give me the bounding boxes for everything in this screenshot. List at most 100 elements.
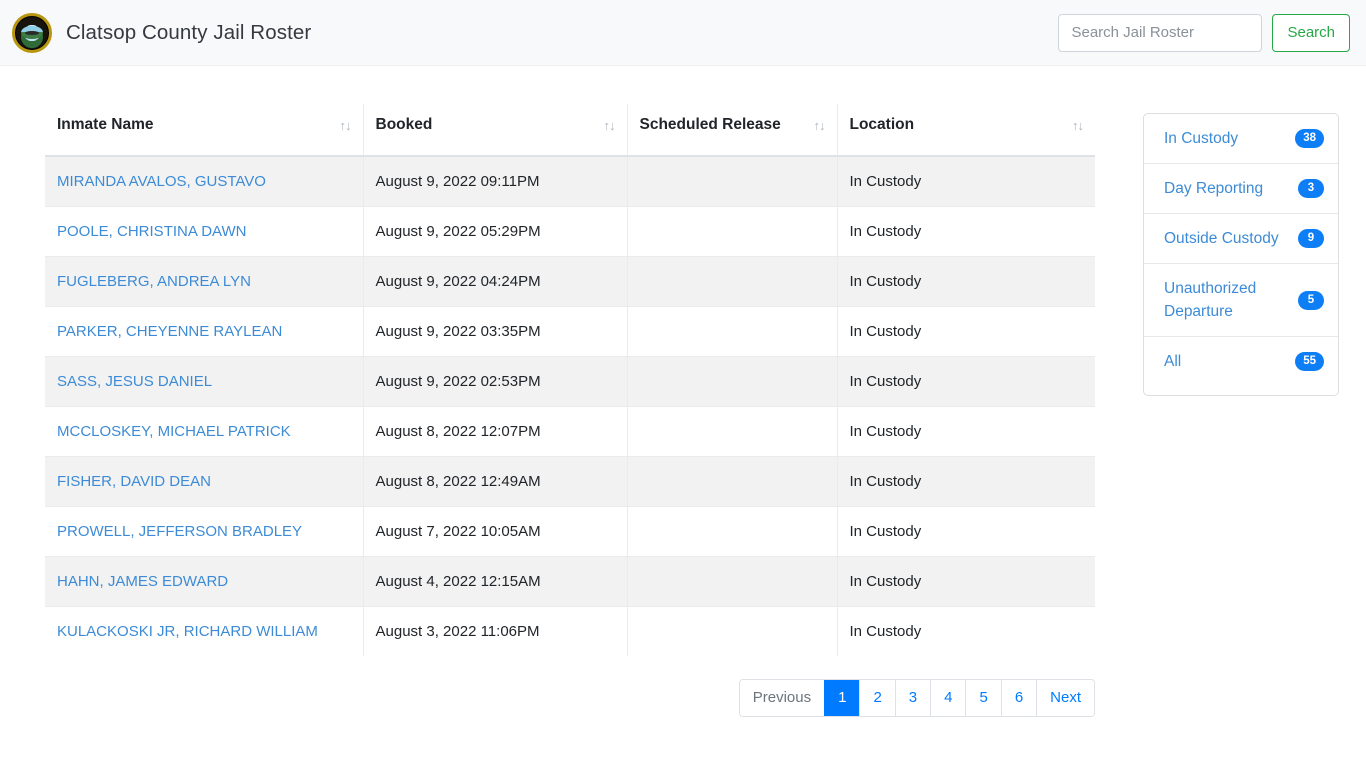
filter-item-count-badge: 38: [1295, 129, 1324, 148]
filter-item-label: Unauthorized Departure: [1164, 280, 1257, 320]
cell-location: In Custody: [836, 256, 1095, 307]
cell-location: In Custody: [836, 406, 1095, 457]
cell-booked: August 9, 2022 03:35PM: [362, 306, 627, 357]
filter-item-count-badge: 5: [1298, 290, 1324, 310]
pagination-container: Previous 1 2 3 4 5 6 Next: [45, 656, 1095, 717]
cell-inmate-name: POOLE, CHRISTINA DAWN: [45, 206, 363, 257]
cell-scheduled-release: [626, 206, 837, 257]
filter-list-group: In Custody 38 Day Reporting 3 Outside Custod…: [1143, 113, 1339, 396]
cell-scheduled-release: [626, 456, 837, 507]
sort-toggle-icon[interactable]: ↑↓: [796, 119, 826, 132]
cell-booked: August 8, 2022 12:49AM: [362, 456, 627, 507]
table-head: Inmate Name ↑↓ Booked ↑↓ Scheduled Relea…: [45, 104, 1095, 157]
cell-location: In Custody: [836, 606, 1095, 656]
pagination-page-3[interactable]: 3: [894, 680, 931, 716]
cell-inmate-name: SASS, JESUS DANIEL: [45, 356, 363, 407]
cell-scheduled-release: [626, 356, 837, 407]
column-label: Location: [849, 116, 915, 133]
cell-scheduled-release: [626, 406, 837, 457]
cell-booked: August 3, 2022 11:06PM: [362, 606, 627, 656]
content-area: Inmate Name ↑↓ Booked ↑↓ Scheduled Relea…: [0, 66, 1366, 717]
filter-item-in-custody[interactable]: In Custody 38: [1144, 114, 1338, 163]
sort-toggle-icon[interactable]: ↑↓: [1054, 119, 1084, 132]
table-row: POOLE, CHRISTINA DAWN August 9, 2022 05:2…: [45, 206, 1095, 257]
cell-scheduled-release: [626, 606, 837, 656]
county-seal-icon: [12, 12, 52, 53]
inmate-name-link[interactable]: KULACKOSKI JR, RICHARD WILLIAM: [57, 623, 318, 640]
filter-item-label: Day Reporting: [1164, 180, 1264, 197]
cell-booked: August 9, 2022 04:24PM: [362, 256, 627, 307]
column-header-scheduled-release[interactable]: Scheduled Release ↑↓: [626, 104, 837, 157]
filter-item-all[interactable]: All 55: [1144, 336, 1338, 395]
table-header-row: Inmate Name ↑↓ Booked ↑↓ Scheduled Relea…: [45, 104, 1095, 157]
cell-booked: August 4, 2022 12:15AM: [362, 556, 627, 607]
filter-item-day-reporting[interactable]: Day Reporting 3: [1144, 163, 1338, 213]
pagination-page-4[interactable]: 4: [930, 680, 966, 716]
cell-inmate-name: PARKER, CHEYENNE RAYLEAN: [45, 306, 363, 357]
table-row: FISHER, DAVID DEAN August 8, 2022 12:49AM…: [45, 456, 1095, 507]
table-row: MCCLOSKEY, MICHAEL PATRICK August 8, 2022…: [45, 406, 1095, 457]
pagination-page-5[interactable]: 5: [965, 680, 1001, 716]
filter-item-label: In Custody: [1164, 130, 1239, 147]
cell-booked: August 9, 2022 02:53PM: [362, 356, 627, 407]
inmate-name-link[interactable]: MIRANDA AVALOS, GUSTAVO: [57, 173, 266, 190]
cell-location: In Custody: [836, 155, 1095, 207]
pagination-page-1[interactable]: 1: [824, 680, 860, 716]
search-input[interactable]: [1058, 13, 1263, 52]
navbar-search-group: Search: [1058, 13, 1350, 52]
cell-booked: August 9, 2022 09:11PM: [362, 155, 627, 207]
brand[interactable]: Clatsop County Jail Roster: [12, 12, 312, 53]
cell-scheduled-release: [626, 556, 837, 607]
page-title: Clatsop County Jail Roster: [66, 20, 312, 44]
column-label: Booked: [375, 116, 433, 133]
inmate-name-link[interactable]: MCCLOSKEY, MICHAEL PATRICK: [57, 423, 291, 440]
search-button[interactable]: Search: [1272, 13, 1350, 52]
pagination-next[interactable]: Next: [1036, 680, 1094, 716]
cell-inmate-name: FISHER, DAVID DEAN: [45, 456, 363, 507]
inmate-name-link[interactable]: POOLE, CHRISTINA DAWN: [57, 223, 246, 240]
pagination-page-6[interactable]: 6: [1000, 680, 1037, 716]
roster-table-column: Inmate Name ↑↓ Booked ↑↓ Scheduled Relea…: [45, 104, 1095, 717]
column-header-location[interactable]: Location ↑↓: [836, 104, 1095, 157]
table-row: PROWELL, JEFFERSON BRADLEY August 7, 2022…: [45, 506, 1095, 557]
column-header-inmate-name[interactable]: Inmate Name ↑↓: [45, 104, 363, 157]
cell-inmate-name: FUGLEBERG, ANDREA LYN: [45, 256, 363, 307]
sort-toggle-icon[interactable]: ↑↓: [322, 119, 352, 132]
inmate-name-link[interactable]: HAHN, JAMES EDWARD: [57, 573, 228, 590]
cell-booked: August 8, 2022 12:07PM: [362, 406, 627, 457]
cell-location: In Custody: [836, 456, 1095, 507]
inmate-name-link[interactable]: PROWELL, JEFFERSON BRADLEY: [57, 523, 302, 540]
filter-item-outside-custody[interactable]: Outside Custody 9: [1144, 213, 1338, 263]
column-label: Scheduled Release: [639, 116, 781, 133]
inmate-name-link[interactable]: FUGLEBERG, ANDREA LYN: [57, 273, 251, 290]
filter-item-label: All: [1164, 353, 1182, 370]
cell-location: In Custody: [836, 506, 1095, 557]
cell-inmate-name: MCCLOSKEY, MICHAEL PATRICK: [45, 406, 363, 457]
filter-item-unauthorized-departure[interactable]: Unauthorized Departure 5: [1144, 263, 1338, 336]
inmate-name-link[interactable]: SASS, JESUS DANIEL: [57, 373, 212, 390]
cell-inmate-name: HAHN, JAMES EDWARD: [45, 556, 363, 607]
filter-item-count-badge: 55: [1295, 352, 1324, 371]
cell-inmate-name: KULACKOSKI JR, RICHARD WILLIAM: [45, 606, 363, 656]
pagination: Previous 1 2 3 4 5 6 Next: [738, 679, 1095, 717]
sort-toggle-icon[interactable]: ↑↓: [586, 119, 616, 132]
inmate-name-link[interactable]: FISHER, DAVID DEAN: [57, 473, 211, 490]
top-navbar: Clatsop County Jail Roster Search: [0, 0, 1366, 66]
table-row: SASS, JESUS DANIEL August 9, 2022 02:53PM…: [45, 356, 1095, 407]
cell-location: In Custody: [836, 206, 1095, 257]
cell-scheduled-release: [626, 155, 837, 207]
cell-location: In Custody: [836, 306, 1095, 357]
table-row: PARKER, CHEYENNE RAYLEAN August 9, 2022 0…: [45, 306, 1095, 357]
pagination-page-2[interactable]: 2: [859, 680, 895, 716]
filter-item-count-badge: 9: [1298, 229, 1324, 248]
filter-sidebar: In Custody 38 Day Reporting 3 Outside Custod…: [1143, 104, 1339, 396]
inmate-name-link[interactable]: PARKER, CHEYENNE RAYLEAN: [57, 323, 282, 340]
table-row: KULACKOSKI JR, RICHARD WILLIAM August 3, …: [45, 606, 1095, 656]
column-header-booked[interactable]: Booked ↑↓: [362, 104, 627, 157]
page-body: Inmate Name ↑↓ Booked ↑↓ Scheduled Relea…: [0, 66, 1366, 717]
filter-item-label: Outside Custody: [1164, 230, 1279, 247]
cell-scheduled-release: [626, 306, 837, 357]
pagination-previous[interactable]: Previous: [739, 680, 825, 716]
cell-inmate-name: MIRANDA AVALOS, GUSTAVO: [45, 155, 363, 207]
table-row: FUGLEBERG, ANDREA LYN August 9, 2022 04:2…: [45, 256, 1095, 307]
